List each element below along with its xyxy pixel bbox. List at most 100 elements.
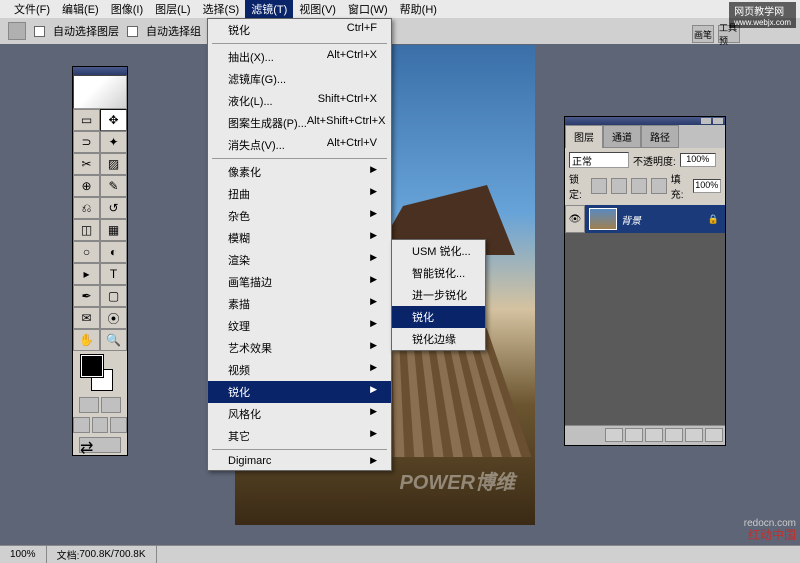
submenu-arrow-icon: ▶ xyxy=(370,230,377,246)
menu-filter-gallery[interactable]: 滤镜库(G)... xyxy=(208,68,391,90)
marquee-tool[interactable]: ▭ xyxy=(73,109,100,131)
menu-noise[interactable]: 杂色▶ xyxy=(208,205,391,227)
menu-blur[interactable]: 模糊▶ xyxy=(208,227,391,249)
submenu-arrow-icon: ▶ xyxy=(370,164,377,180)
menu-select[interactable]: 选择(S) xyxy=(197,0,246,19)
menu-help[interactable]: 帮助(H) xyxy=(394,0,443,19)
menu-render[interactable]: 渲染▶ xyxy=(208,249,391,271)
menu-texture[interactable]: 纹理▶ xyxy=(208,315,391,337)
tab-layers[interactable]: 图层 xyxy=(565,125,603,148)
last-filter-shortcut: Ctrl+F xyxy=(347,22,377,38)
move-tool-preset-icon[interactable] xyxy=(8,22,26,40)
crop-tool[interactable]: ✂ xyxy=(73,153,100,175)
menu-vanishing-point[interactable]: 消失点(V)...Alt+Ctrl+V xyxy=(208,134,391,156)
submenu-arrow-icon: ▶ xyxy=(370,340,377,356)
new-group-button[interactable] xyxy=(645,428,663,442)
color-swatches[interactable] xyxy=(77,355,121,391)
new-layer-button[interactable] xyxy=(685,428,703,442)
quickmask-mode-button[interactable] xyxy=(101,397,121,413)
brush-toolbar-icon[interactable]: 画笔 xyxy=(692,25,714,43)
clone-stamp-tool[interactable]: ⎌ xyxy=(73,197,100,219)
tab-channels[interactable]: 通道 xyxy=(603,125,641,148)
menu-extract[interactable]: 抽出(X)...Alt+Ctrl+X xyxy=(208,46,391,68)
shape-tool[interactable]: ▢ xyxy=(100,285,127,307)
blur-tool[interactable]: ○ xyxy=(73,241,100,263)
opacity-input[interactable]: 100% xyxy=(680,153,716,167)
history-brush-tool[interactable]: ↺ xyxy=(100,197,127,219)
menu-distort[interactable]: 扭曲▶ xyxy=(208,183,391,205)
layer-style-button[interactable] xyxy=(605,428,623,442)
submenu-usm-sharpen[interactable]: USM 锐化... xyxy=(392,240,485,262)
dodge-tool[interactable]: ◐ xyxy=(100,241,127,263)
layer-thumbnail[interactable] xyxy=(589,208,617,230)
lock-pixels-icon[interactable] xyxy=(611,178,627,194)
path-select-tool[interactable]: ▸ xyxy=(73,263,100,285)
gradient-tool[interactable]: ▦ xyxy=(100,219,127,241)
layer-row[interactable]: 👁 背景 🔒 xyxy=(565,205,725,233)
menu-pattern-maker[interactable]: 图案生成器(P)...Alt+Shift+Ctrl+X xyxy=(208,112,391,134)
screen-mode-3[interactable] xyxy=(110,417,127,433)
menu-view[interactable]: 视图(V) xyxy=(293,0,342,19)
standard-mode-button[interactable] xyxy=(79,397,99,413)
screen-mode-2[interactable] xyxy=(92,417,109,433)
slice-tool[interactable]: ▨ xyxy=(100,153,127,175)
screen-mode-1[interactable] xyxy=(73,417,90,433)
fill-input[interactable]: 100% xyxy=(693,179,721,193)
zoom-level[interactable]: 100% xyxy=(0,546,47,563)
layer-mask-button[interactable] xyxy=(625,428,643,442)
submenu-smart-sharpen[interactable]: 智能锐化... xyxy=(392,262,485,284)
notes-tool[interactable]: ✉ xyxy=(73,307,100,329)
close-icon[interactable] xyxy=(713,118,723,124)
eyedropper-tool[interactable]: ⦿ xyxy=(100,307,127,329)
minimize-icon[interactable] xyxy=(701,118,711,124)
menu-edit[interactable]: 编辑(E) xyxy=(56,0,105,19)
zoom-tool[interactable]: 🔍 xyxy=(100,329,127,351)
brush-tool[interactable]: ✎ xyxy=(100,175,127,197)
menu-other[interactable]: 其它▶ xyxy=(208,425,391,447)
blend-mode-select[interactable]: 正常 xyxy=(569,152,629,168)
foreground-color-swatch[interactable] xyxy=(81,355,103,377)
menu-liquify[interactable]: 液化(L)...Shift+Ctrl+X xyxy=(208,90,391,112)
auto-select-layer-checkbox[interactable] xyxy=(34,26,45,37)
menu-pixelate[interactable]: 像素化▶ xyxy=(208,161,391,183)
menu-stylize[interactable]: 风格化▶ xyxy=(208,403,391,425)
menu-video[interactable]: 视频▶ xyxy=(208,359,391,381)
menu-image[interactable]: 图像(I) xyxy=(105,0,149,19)
hand-tool[interactable]: ✋ xyxy=(73,329,100,351)
menu-sharpen[interactable]: 锐化▶ xyxy=(208,381,391,403)
tab-paths[interactable]: 路径 xyxy=(641,125,679,148)
lock-transparency-icon[interactable] xyxy=(591,178,607,194)
move-tool[interactable]: ✥ xyxy=(100,109,127,131)
submenu-arrow-icon: ▶ xyxy=(370,406,377,422)
submenu-sharpen-more[interactable]: 进一步锐化 xyxy=(392,284,485,306)
visibility-eye-icon[interactable]: 👁 xyxy=(565,205,585,233)
menu-file[interactable]: 文件(F) xyxy=(8,0,56,19)
delete-layer-button[interactable] xyxy=(705,428,723,442)
menu-layer[interactable]: 图层(L) xyxy=(149,0,196,19)
menu-sketch[interactable]: 素描▶ xyxy=(208,293,391,315)
adjustment-layer-button[interactable] xyxy=(665,428,683,442)
menu-artistic[interactable]: 艺术效果▶ xyxy=(208,337,391,359)
eraser-tool[interactable]: ◫ xyxy=(73,219,100,241)
menu-brush-strokes[interactable]: 画笔描边▶ xyxy=(208,271,391,293)
healing-brush-tool[interactable]: ⊕ xyxy=(73,175,100,197)
submenu-sharpen[interactable]: 锐化 xyxy=(392,306,485,328)
lock-all-icon[interactable] xyxy=(651,178,667,194)
menu-last-filter[interactable]: 锐化 Ctrl+F xyxy=(208,19,391,41)
pen-tool[interactable]: ✒ xyxy=(73,285,100,307)
auto-select-group-checkbox[interactable] xyxy=(127,26,138,37)
submenu-sharpen-edges[interactable]: 锐化边缘 xyxy=(392,328,485,350)
lasso-tool[interactable]: ⊃ xyxy=(73,131,100,153)
tools-header[interactable] xyxy=(73,67,127,75)
doc-info[interactable]: 文档: 700.8K/700.8K xyxy=(47,546,157,563)
submenu-arrow-icon: ▶ xyxy=(370,318,377,334)
menu-window[interactable]: 窗口(W) xyxy=(342,0,394,19)
menu-filter[interactable]: 滤镜(T) xyxy=(245,0,293,19)
menu-digimarc[interactable]: Digimarc▶ xyxy=(208,452,391,470)
lock-position-icon[interactable] xyxy=(631,178,647,194)
jump-to-imageready[interactable]: ⇄ xyxy=(79,437,121,453)
layer-name-label[interactable]: 背景 xyxy=(621,212,708,227)
panel-header[interactable] xyxy=(565,117,725,125)
magic-wand-tool[interactable]: ✦ xyxy=(100,131,127,153)
type-tool[interactable]: T xyxy=(100,263,127,285)
